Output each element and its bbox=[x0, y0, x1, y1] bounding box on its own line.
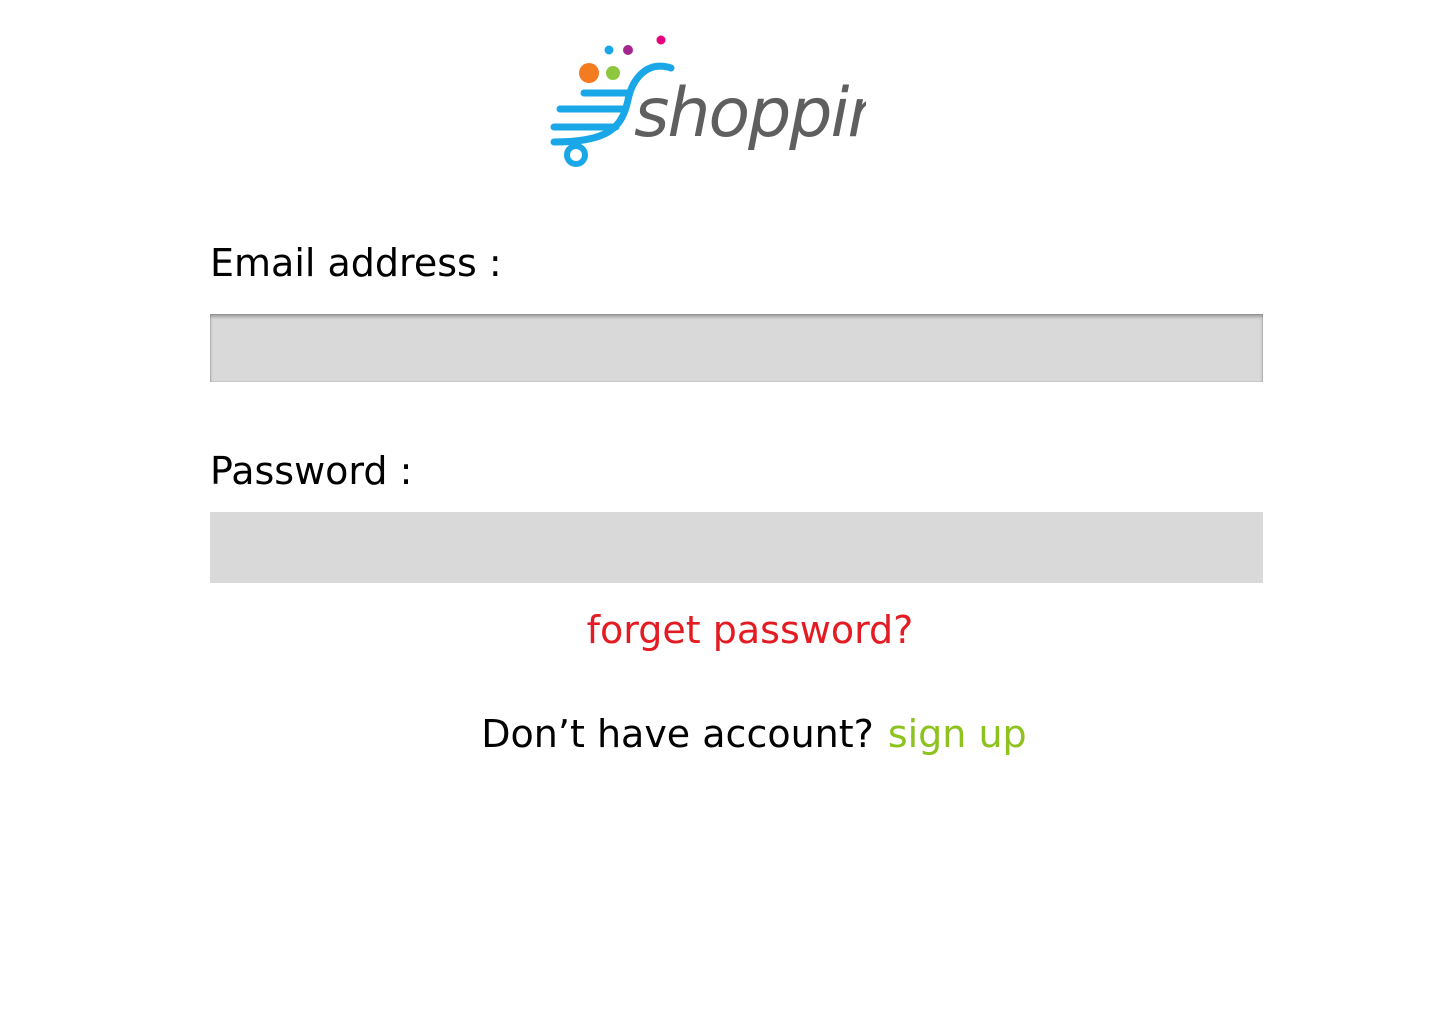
logo-wordmark: shopping bbox=[634, 74, 866, 153]
password-field[interactable] bbox=[210, 512, 1263, 583]
sign-up-link[interactable]: sign up bbox=[888, 712, 1027, 756]
email-label: Email address : bbox=[210, 241, 502, 285]
shopping-logo: shopping bbox=[546, 30, 866, 175]
shopping-cart-logo-icon: shopping bbox=[550, 35, 866, 167]
login-page: shopping Email address : Password : forg… bbox=[0, 0, 1440, 1024]
signup-row: Don’t have account? sign up bbox=[0, 712, 1440, 756]
no-account-prompt: Don’t have account? bbox=[481, 712, 874, 756]
email-field[interactable] bbox=[210, 314, 1263, 382]
password-label: Password : bbox=[210, 449, 413, 493]
forget-password-link[interactable]: forget password? bbox=[0, 608, 1440, 652]
